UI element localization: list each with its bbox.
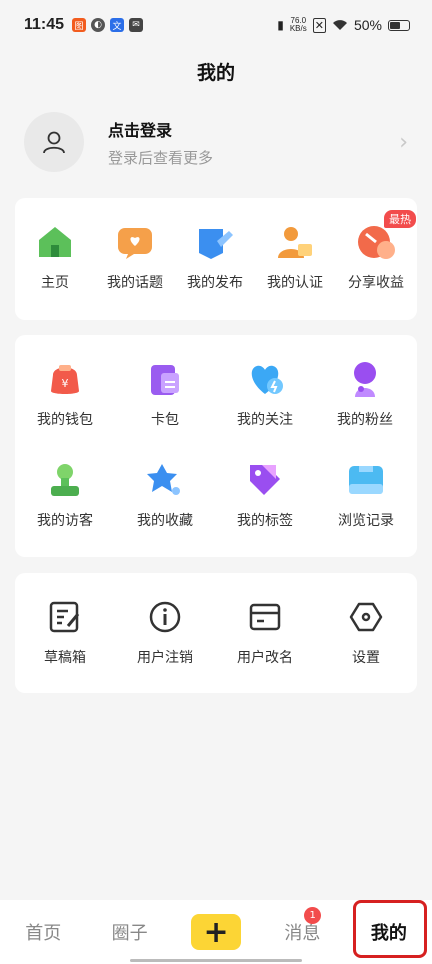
home-indicator <box>130 959 302 962</box>
status-time: 11:45 <box>24 16 65 33</box>
setting-label: 用户改名 <box>237 650 293 666</box>
quick-action-label: 分享收益 <box>348 275 404 291</box>
hot-badge: 最热 <box>384 210 416 228</box>
quick-action-label: 主页 <box>41 275 69 291</box>
feature-tags[interactable]: 我的标签 <box>215 460 315 561</box>
vibrate-icon: ▮ <box>277 18 284 32</box>
battery-percent: 50% <box>353 17 382 33</box>
setting-label: 用户注销 <box>137 650 193 666</box>
app-notification-icon: ◐ <box>91 18 106 32</box>
net-speed-unit: KB/s <box>289 24 307 33</box>
setting-rename[interactable]: 用户改名 <box>215 597 315 667</box>
svg-text:¥: ¥ <box>62 377 69 390</box>
topic-icon <box>115 222 155 262</box>
status-bar: 11:45 图 ◐ 文 ✉ ▮ 76.0 KB/s ✕ 50% <box>0 0 432 50</box>
quick-action-label: 我的话题 <box>107 275 163 291</box>
quick-action-publish[interactable]: 我的发布 <box>175 222 255 292</box>
tab-home[interactable]: 首页 <box>0 919 86 945</box>
net-speed: 76.0 KB/s <box>290 17 307 33</box>
tab-create[interactable]: + <box>173 914 259 950</box>
quick-action-label: 我的认证 <box>267 275 323 291</box>
share-earnings-icon: 最热 <box>356 210 416 262</box>
chevron-right-icon[interactable]: › <box>399 130 408 155</box>
features-card: ¥ 我的钱包 卡包 我的关注 我的粉丝 我的访客 我的收藏 我的标签 浏览记录 <box>15 335 417 557</box>
home-icon <box>35 222 75 262</box>
certify-icon <box>275 222 315 262</box>
tab-messages-label: 消息 <box>284 923 321 944</box>
tab-circle[interactable]: 圈子 <box>86 919 172 945</box>
info-icon <box>145 597 185 637</box>
feature-fans[interactable]: 我的粉丝 <box>315 359 415 460</box>
publish-icon <box>195 222 235 262</box>
battery-icon <box>388 19 410 31</box>
user-icon <box>43 131 65 154</box>
tab-mine-highlight <box>353 900 427 958</box>
login-subtitle: 登录后查看更多 <box>108 148 214 167</box>
avatar[interactable] <box>24 112 84 172</box>
message-count-badge: 1 <box>304 907 322 924</box>
feature-label: 我的钱包 <box>37 412 93 428</box>
star-icon <box>145 460 185 500</box>
app-notification-icon: 图 <box>72 18 87 32</box>
visitor-icon <box>45 460 85 500</box>
feature-label: 我的访客 <box>37 513 93 529</box>
settings-card: 草稿箱 用户注销 用户改名 设置 <box>15 573 417 693</box>
plus-button[interactable]: + <box>191 914 242 950</box>
fans-icon <box>345 359 385 399</box>
setting-label: 草稿箱 <box>44 650 86 666</box>
draft-icon <box>45 597 85 637</box>
setting-deregister[interactable]: 用户注销 <box>115 597 215 667</box>
feature-follows[interactable]: 我的关注 <box>215 359 315 460</box>
feature-wallet[interactable]: ¥ 我的钱包 <box>15 359 115 460</box>
quick-actions-card: 主页 我的话题 我的发布 我的认证 最热 分享收益 <box>15 198 417 320</box>
rename-card-icon <box>245 597 285 637</box>
settings-hexagon-icon <box>346 597 386 637</box>
mail-icon: ✉ <box>129 18 144 32</box>
no-sim-icon: ✕ <box>312 17 326 33</box>
feature-card-pack[interactable]: 卡包 <box>115 359 215 460</box>
login-header[interactable]: 点击登录 登录后查看更多 › <box>24 110 408 174</box>
quick-action-share-earnings[interactable]: 最热 分享收益 <box>335 210 417 292</box>
page-title: 我的 <box>196 62 235 84</box>
tag-icon <box>245 460 285 500</box>
feature-label: 浏览记录 <box>338 513 394 529</box>
quick-action-topic[interactable]: 我的话题 <box>95 222 175 292</box>
setting-settings[interactable]: 设置 <box>315 597 417 667</box>
login-title[interactable]: 点击登录 <box>108 117 213 141</box>
wifi-icon <box>332 20 347 30</box>
feature-label: 卡包 <box>151 412 179 428</box>
feature-history[interactable]: 浏览记录 <box>315 460 417 561</box>
quick-action-home[interactable]: 主页 <box>15 222 95 292</box>
feature-label: 我的标签 <box>237 513 293 529</box>
feature-visitors[interactable]: 我的访客 <box>15 460 115 561</box>
quick-action-certify[interactable]: 我的认证 <box>255 222 335 292</box>
feature-favorites[interactable]: 我的收藏 <box>115 460 215 561</box>
setting-label: 设置 <box>352 650 380 666</box>
heart-icon <box>245 359 285 399</box>
quick-action-label: 我的发布 <box>187 275 243 291</box>
card-pack-icon <box>145 359 185 399</box>
wallet-icon: ¥ <box>45 359 85 399</box>
feature-label: 我的粉丝 <box>337 412 393 428</box>
feature-label: 我的关注 <box>237 412 293 428</box>
feature-label: 我的收藏 <box>137 513 193 529</box>
app-notification-icon: 文 <box>110 18 125 32</box>
history-icon <box>346 460 386 500</box>
tab-messages[interactable]: 消息 1 <box>259 907 345 945</box>
setting-drafts[interactable]: 草稿箱 <box>15 597 115 667</box>
